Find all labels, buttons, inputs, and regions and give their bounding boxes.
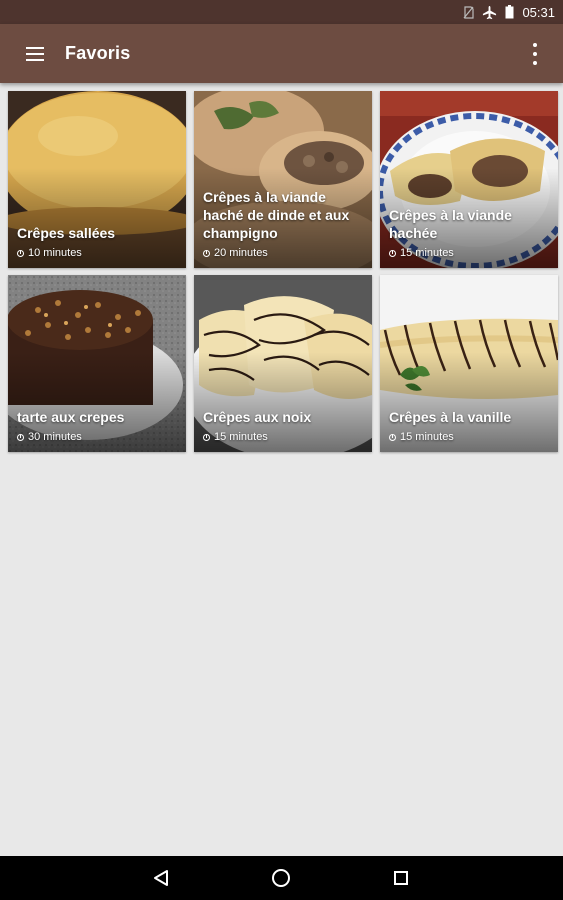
recipe-name: Crêpes aux noix bbox=[203, 409, 312, 425]
no-sim-icon bbox=[463, 5, 475, 19]
recipe-name: Crêpes à la vanille bbox=[389, 409, 512, 425]
recipe-card[interactable]: Crêpes à la viande haché de dinde et aux… bbox=[194, 91, 372, 268]
airplane-mode-icon bbox=[482, 5, 497, 20]
recipe-card[interactable]: Crêpes aux noix 15 minutes bbox=[194, 275, 372, 452]
recipe-time: 15 minutes bbox=[203, 431, 364, 443]
recipe-duration: 10 minutes bbox=[28, 247, 82, 259]
hamburger-menu-icon[interactable] bbox=[20, 39, 50, 69]
recipe-name: Crêpes à la viande hachée bbox=[389, 207, 512, 241]
recipe-time: 30 minutes bbox=[17, 431, 178, 443]
recipe-card[interactable]: Crêpes à la viande hachée 15 minutes bbox=[380, 91, 558, 268]
recipe-info: Crêpes aux noix 15 minutes bbox=[203, 408, 364, 443]
status-bar: 05:31 bbox=[0, 0, 563, 24]
clock-icon bbox=[17, 249, 24, 257]
recipe-info: Crêpes à la viande haché de dinde et aux… bbox=[203, 188, 364, 259]
recipe-card[interactable]: Crêpes à la vanille 15 minutes bbox=[380, 275, 558, 452]
recipe-name: Crêpes à la viande haché de dinde et aux… bbox=[203, 189, 350, 241]
recipe-duration: 30 minutes bbox=[28, 431, 82, 443]
clock-icon bbox=[203, 433, 210, 441]
recipe-duration: 15 minutes bbox=[400, 247, 454, 259]
recipe-name: tarte aux crepes bbox=[17, 409, 125, 425]
app-bar: Favoris bbox=[0, 24, 563, 83]
clock-icon bbox=[389, 249, 396, 257]
recipe-info: Crêpes à la vanille 15 minutes bbox=[389, 408, 550, 443]
home-circle-icon[interactable] bbox=[270, 867, 292, 889]
recipe-grid: Crêpes sallées 10 minutes Crêpes à la vi… bbox=[8, 91, 558, 452]
recipe-card[interactable]: tarte aux crepes 30 minutes bbox=[8, 275, 186, 452]
more-vert-icon[interactable] bbox=[525, 43, 545, 65]
recipe-card[interactable]: Crêpes sallées 10 minutes bbox=[8, 91, 186, 268]
recipe-duration: 15 minutes bbox=[214, 431, 268, 443]
recipe-time: 15 minutes bbox=[389, 431, 550, 443]
battery-icon bbox=[505, 5, 514, 19]
recipe-info: tarte aux crepes 30 minutes bbox=[17, 408, 178, 443]
recents-square-icon[interactable] bbox=[390, 867, 412, 889]
recipe-time: 15 minutes bbox=[389, 247, 550, 259]
recipe-info: Crêpes à la viande hachée 15 minutes bbox=[389, 206, 550, 259]
page-title: Favoris bbox=[65, 43, 131, 63]
back-triangle-icon[interactable] bbox=[150, 867, 172, 889]
recipe-time: 10 minutes bbox=[17, 247, 178, 259]
recipe-time: 20 minutes bbox=[203, 247, 364, 259]
recipe-name: Crêpes sallées bbox=[17, 225, 116, 241]
navigation-bar bbox=[0, 856, 563, 900]
recipe-duration: 15 minutes bbox=[400, 431, 454, 443]
recipe-info: Crêpes sallées 10 minutes bbox=[17, 224, 178, 259]
clock-icon bbox=[389, 433, 396, 441]
status-time: 05:31 bbox=[522, 4, 555, 20]
clock-icon bbox=[203, 249, 210, 257]
recipe-duration: 20 minutes bbox=[214, 247, 268, 259]
clock-icon bbox=[17, 433, 24, 441]
